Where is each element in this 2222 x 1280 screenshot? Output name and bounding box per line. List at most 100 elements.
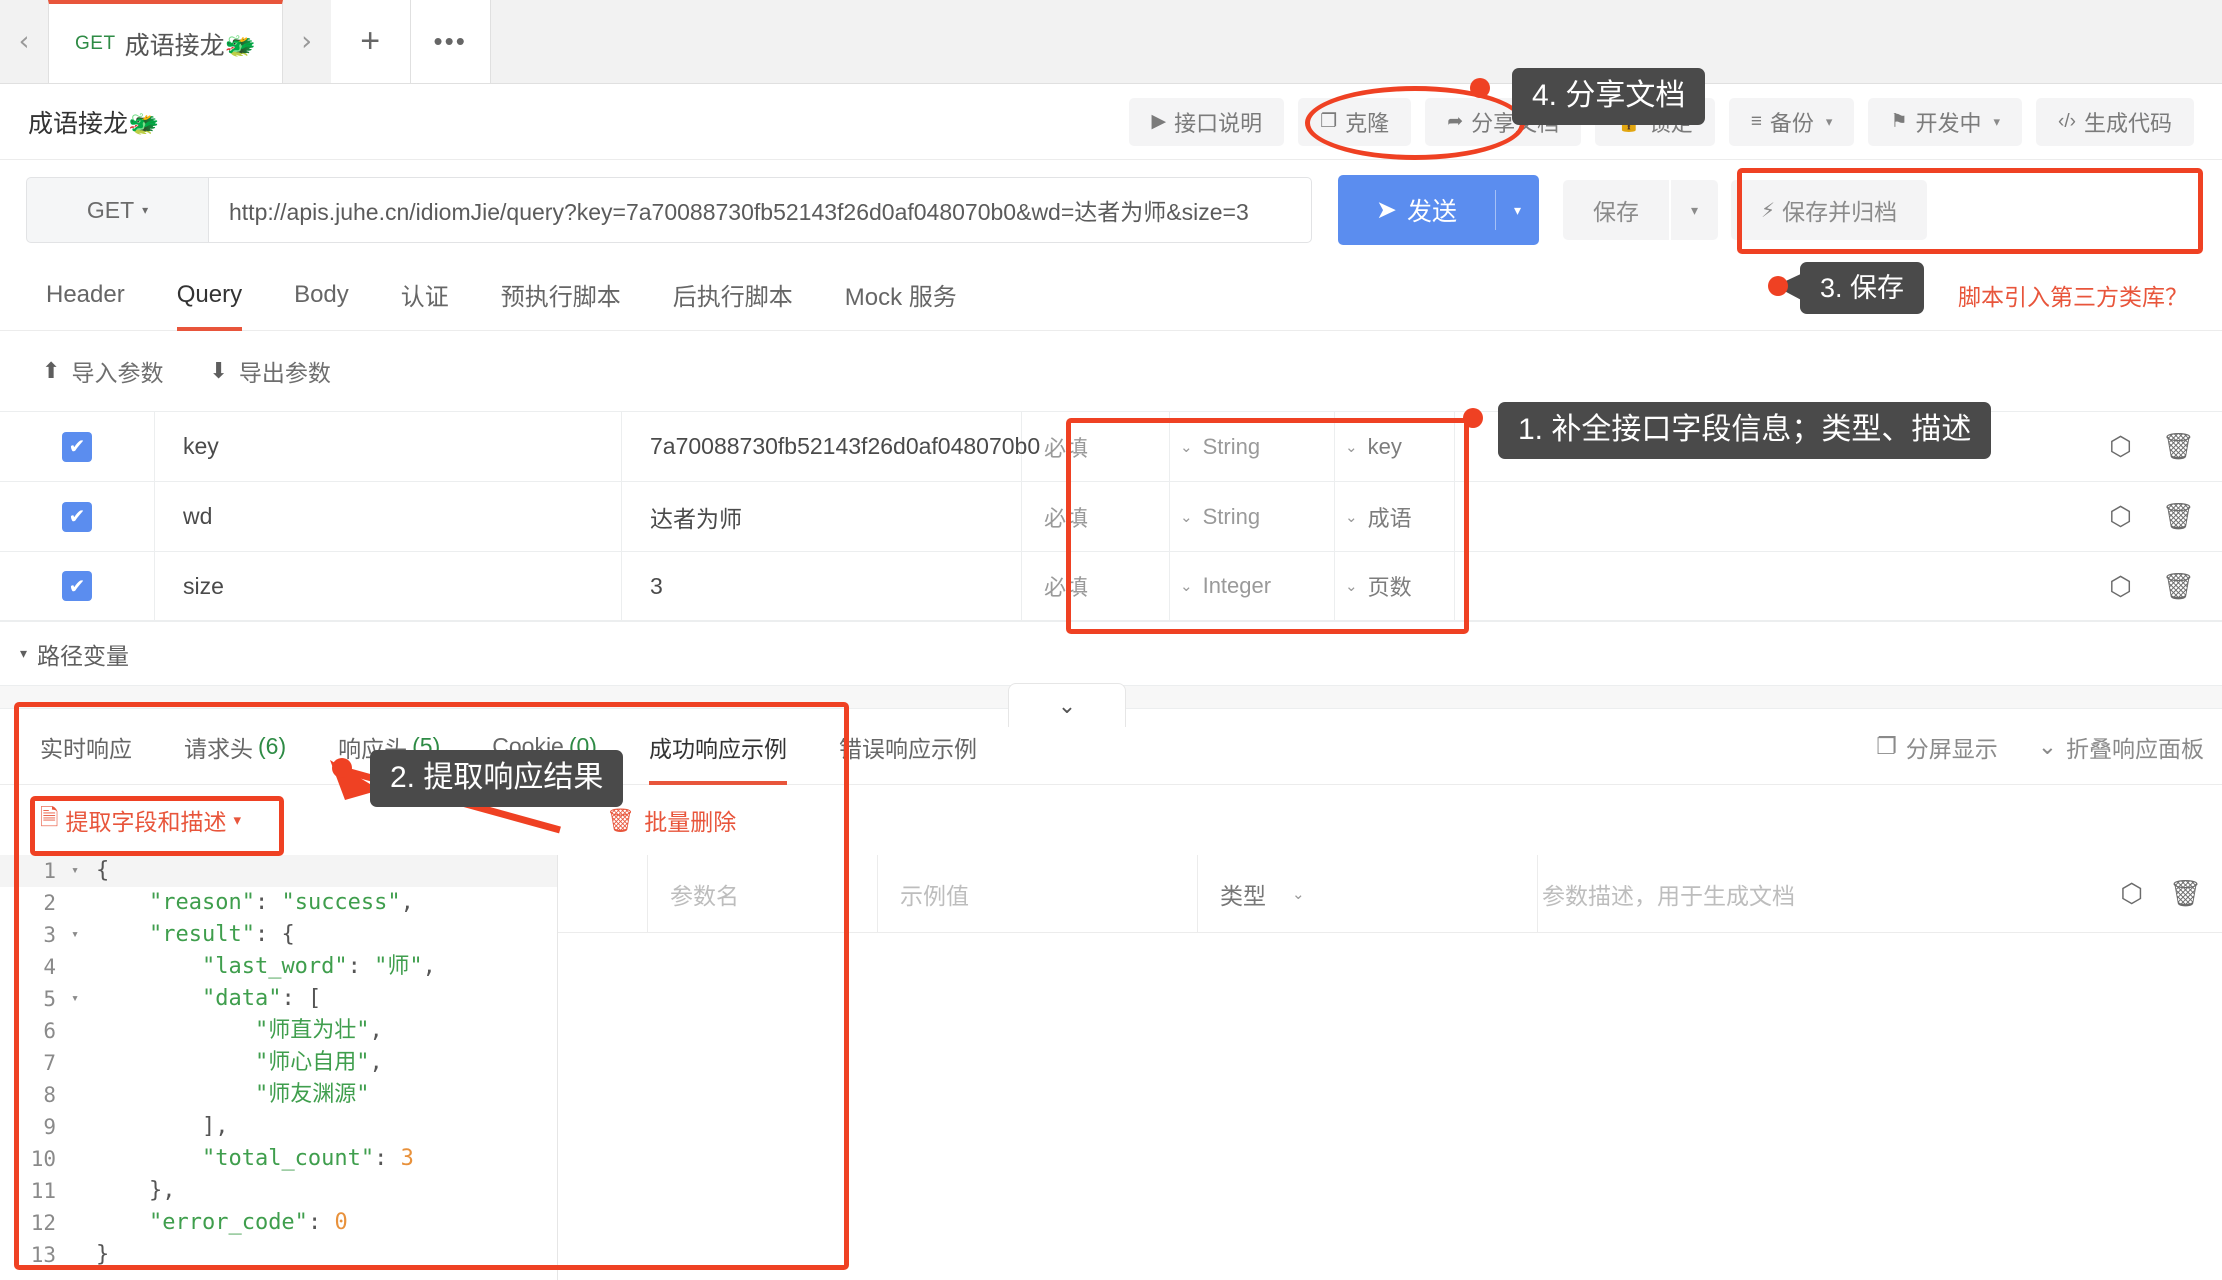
response-tab-request-headers[interactable]: 请求头 (6)	[158, 709, 312, 785]
mock-box-icon[interactable]: ⬡	[2109, 501, 2132, 532]
trash-icon: 🗑	[606, 807, 635, 834]
path-variables-section[interactable]: ▾ 路径变量	[0, 621, 2222, 685]
param-value-cell[interactable]: 达者为师	[622, 482, 1022, 551]
tab-auth[interactable]: 认证	[375, 259, 475, 331]
request-tab-active[interactable]: GET 成语接龙🐲	[48, 0, 283, 83]
param-type-cell[interactable]: ⌄ Integer	[1170, 552, 1335, 620]
tab-body[interactable]: Body	[268, 259, 375, 331]
delete-row-icon[interactable]: 🗑	[2162, 501, 2195, 532]
fold-toggle-icon[interactable]: ▾	[64, 919, 86, 951]
editor-line: 10 "total_count": 3	[0, 1143, 557, 1175]
chevron-down-icon: ⌄	[1345, 577, 1358, 595]
editor-token: :	[348, 954, 375, 979]
param-description-cell[interactable]: ⌄ key	[1335, 412, 1455, 481]
http-method-select[interactable]: GET ▾	[26, 177, 208, 243]
response-tab-error-example[interactable]: 错误响应示例	[813, 709, 1003, 785]
tab-pre-script[interactable]: 预执行脚本	[475, 259, 647, 331]
export-params-button[interactable]: ⬇ 导出参数	[209, 354, 330, 388]
tab-post-script[interactable]: 后执行脚本	[647, 259, 819, 331]
param-enabled-cell: ✔	[0, 552, 155, 620]
param-type-cell[interactable]: ⌄ String	[1170, 412, 1335, 481]
param-required-cell[interactable]: 必填	[1022, 412, 1170, 481]
param-description-cell[interactable]: ⌄ 页数	[1335, 552, 1455, 620]
chevron-down-icon: ⌄	[1345, 508, 1358, 526]
send-button[interactable]: ➤ 发送	[1338, 192, 1495, 228]
save-options-button[interactable]: ▾	[1671, 180, 1718, 240]
response-tab-label: 成功响应示例	[649, 730, 787, 764]
editor-token: "师心自用"	[255, 1050, 370, 1075]
tab-more-button[interactable]: •••	[411, 0, 491, 83]
editor-line: 7 "师心自用",	[0, 1047, 557, 1079]
collapse-panel-handle[interactable]: ⌄	[1008, 683, 1126, 727]
param-checkbox[interactable]: ✔	[62, 502, 92, 532]
tab-query[interactable]: Query	[151, 259, 268, 331]
mock-box-icon[interactable]: ⬡	[2109, 431, 2132, 462]
param-description-value: 页数	[1368, 570, 1412, 602]
save-button[interactable]: 保存	[1563, 180, 1669, 240]
tabs-scroll-left-icon[interactable]: ‹	[0, 0, 48, 83]
code-icon: ‹/›	[2058, 111, 2076, 133]
editor-code: "error_code": 0	[86, 1207, 348, 1239]
chevron-down-icon: ▾	[20, 645, 27, 662]
tab-method-label: GET	[75, 33, 116, 55]
editor-token: },	[149, 1178, 176, 1203]
clone-button[interactable]: ❐ 克隆	[1298, 98, 1411, 146]
backup-label: 备份	[1770, 106, 1814, 138]
param-value-cell[interactable]: 3	[622, 552, 1022, 620]
backup-button[interactable]: ≡ 备份 ▾	[1729, 98, 1855, 146]
annotation-dot-2	[332, 758, 352, 778]
tab-header[interactable]: Header	[20, 259, 151, 331]
param-value-cell[interactable]: 7a70088730fb52143f26d0af048070b0	[622, 412, 1022, 481]
param-checkbox[interactable]: ✔	[62, 571, 92, 601]
save-button-group: 保存 ▾ ⚡ 保存并归档	[1563, 180, 1927, 240]
param-name-cell[interactable]: wd	[155, 482, 622, 551]
param-description-cell[interactable]: ⌄ 成语	[1335, 482, 1455, 551]
fold-toggle-icon[interactable]: ▾	[64, 983, 86, 1015]
delete-row-icon[interactable]: 🗑	[2169, 878, 2202, 909]
lightning-icon: ⚡	[1761, 198, 1775, 223]
import-params-button[interactable]: ⬆ 导入参数	[42, 354, 163, 388]
split-view-button[interactable]: ❐ 分屏显示	[1876, 730, 1998, 764]
mock-box-icon[interactable]: ⬡	[2109, 571, 2132, 602]
editor-token: "success"	[281, 890, 400, 915]
send-label: 发送	[1407, 192, 1457, 228]
response-tab-label: 实时响应	[40, 730, 132, 764]
export-params-label: 导出参数	[239, 354, 331, 388]
script-third-party-link[interactable]: 脚本引入第三方类库？	[1958, 278, 2202, 312]
extract-fields-button[interactable]: 🗎 提取字段和描述 ▾	[40, 801, 241, 840]
tabs-scroll-right-icon[interactable]: ›	[283, 0, 331, 83]
fold-toggle-icon[interactable]: ▾	[64, 855, 86, 887]
new-tab-button[interactable]: +	[331, 0, 411, 83]
response-fields-table: 参数名 示例值 类型 ⌄ 参数描述，用于生成文档 ⬡ 🗑	[558, 855, 2222, 1280]
generate-code-button[interactable]: ‹/› 生成代码	[2036, 98, 2194, 146]
url-input[interactable]: http://apis.juhe.cn/idiomJie/query?key=7…	[208, 177, 1312, 243]
api-description-button[interactable]: ▶ 接口说明	[1129, 98, 1284, 146]
status-button[interactable]: ⚑ 开发中 ▾	[1868, 98, 2022, 146]
chevron-down-icon: ⌄	[1292, 885, 1305, 903]
delete-row-icon[interactable]: 🗑	[2162, 431, 2195, 462]
send-button-group: ➤ 发送 ▾	[1338, 175, 1539, 245]
send-options-button[interactable]: ▾	[1496, 202, 1539, 219]
editor-token: ,	[369, 1018, 382, 1043]
param-required-cell[interactable]: 必填	[1022, 482, 1170, 551]
bulk-delete-button[interactable]: 🗑 批量删除	[606, 803, 736, 837]
url-bar-row: GET ▾ http://apis.juhe.cn/idiomJie/query…	[0, 161, 2222, 259]
mock-box-icon[interactable]: ⬡	[2120, 878, 2143, 909]
editor-token: ],	[202, 1114, 229, 1139]
tab-mock-service[interactable]: Mock 服务	[819, 259, 983, 331]
param-checkbox[interactable]: ✔	[62, 432, 92, 462]
delete-row-icon[interactable]: 🗑	[2162, 571, 2195, 602]
param-required-cell[interactable]: 必填	[1022, 552, 1170, 620]
editor-line-number: 12	[0, 1207, 64, 1239]
param-name-cell[interactable]: key	[155, 412, 622, 481]
param-name-cell[interactable]: size	[155, 552, 622, 620]
json-response-editor[interactable]: 1▾{2 "reason": "success",3▾ "result": {4…	[0, 855, 558, 1280]
param-type-cell[interactable]: ⌄ String	[1170, 482, 1335, 551]
collapse-response-panel-button[interactable]: ⌄ 折叠响应面板	[2038, 730, 2204, 764]
annotation-callout-4: 4. 分享文档	[1512, 68, 1705, 125]
editor-token: "data"	[202, 986, 281, 1011]
response-tab-realtime[interactable]: 实时响应	[14, 709, 158, 785]
response-tab-success-example[interactable]: 成功响应示例	[623, 709, 813, 785]
save-and-archive-button[interactable]: ⚡ 保存并归档	[1731, 180, 1927, 240]
editor-line-number: 10	[0, 1143, 64, 1175]
